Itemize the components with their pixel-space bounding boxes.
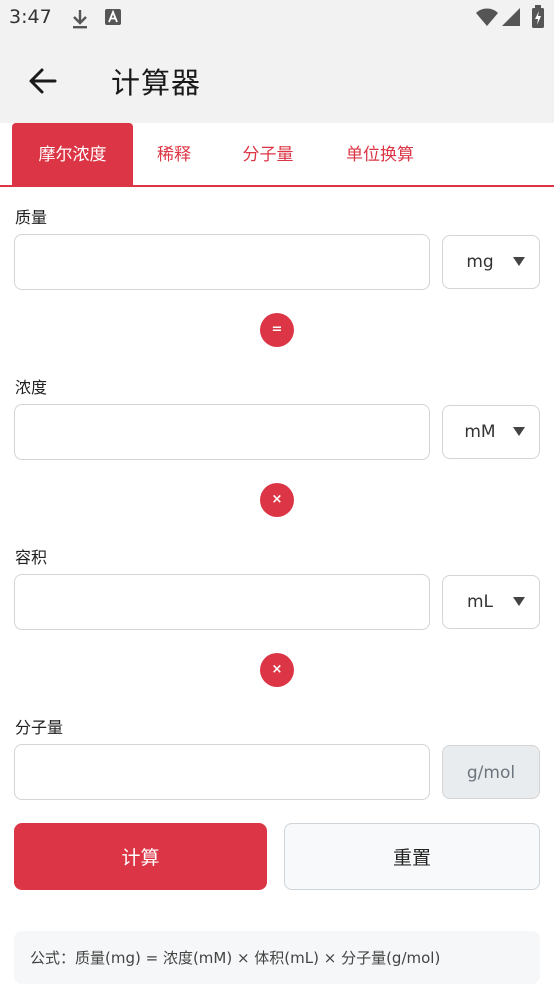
caret-down-icon — [513, 597, 525, 606]
tab-bar: 摩尔浓度 稀释 分子量 单位换算 — [0, 123, 554, 187]
molecular-weight-input[interactable] — [14, 744, 430, 800]
status-time: 3:47 — [9, 6, 52, 28]
times-operator: × — [260, 483, 294, 517]
concentration-unit-select[interactable]: mM — [442, 405, 540, 459]
tab-molarity[interactable]: 摩尔浓度 — [12, 123, 133, 185]
calculate-button[interactable]: 计算 — [14, 823, 267, 890]
concentration-label: 浓度 — [15, 378, 48, 397]
page-title: 计算器 — [111, 66, 202, 100]
volume-input[interactable] — [14, 574, 430, 630]
status-bar: 3:47 — [0, 0, 554, 38]
molecular-weight-unit: g/mol — [442, 745, 540, 799]
app-bar: 计算器 — [0, 38, 554, 123]
volume-unit-value: mL — [466, 592, 494, 612]
tab-dilution[interactable]: 稀释 — [143, 123, 205, 185]
mass-unit-select[interactable]: mg — [442, 235, 540, 289]
caret-down-icon — [513, 427, 525, 436]
caret-down-icon — [513, 257, 525, 266]
battery-icon — [531, 5, 545, 33]
times-operator: × — [260, 653, 294, 687]
download-icon — [70, 8, 90, 34]
mass-unit-value: mg — [466, 252, 494, 272]
mass-input[interactable] — [14, 234, 430, 290]
back-button[interactable] — [24, 62, 62, 100]
text-a-icon — [104, 8, 122, 30]
volume-label: 容积 — [15, 548, 48, 567]
reset-button[interactable]: 重置 — [284, 823, 540, 890]
volume-unit-select[interactable]: mL — [442, 575, 540, 629]
back-arrow-icon — [29, 68, 57, 94]
equals-operator: = — [260, 313, 294, 347]
concentration-unit-value: mM — [464, 422, 496, 442]
tab-unit-conversion[interactable]: 单位换算 — [330, 123, 430, 185]
concentration-input[interactable] — [14, 404, 430, 460]
molecular-weight-label: 分子量 — [15, 718, 64, 737]
wifi-icon — [475, 7, 499, 31]
mass-label: 质量 — [15, 208, 48, 227]
formula-text: 公式：质量(mg) = 浓度(mM) × 体积(mL) × 分子量(g/mol) — [14, 931, 540, 984]
tab-molecular-weight[interactable]: 分子量 — [227, 123, 309, 185]
signal-icon — [501, 7, 521, 31]
